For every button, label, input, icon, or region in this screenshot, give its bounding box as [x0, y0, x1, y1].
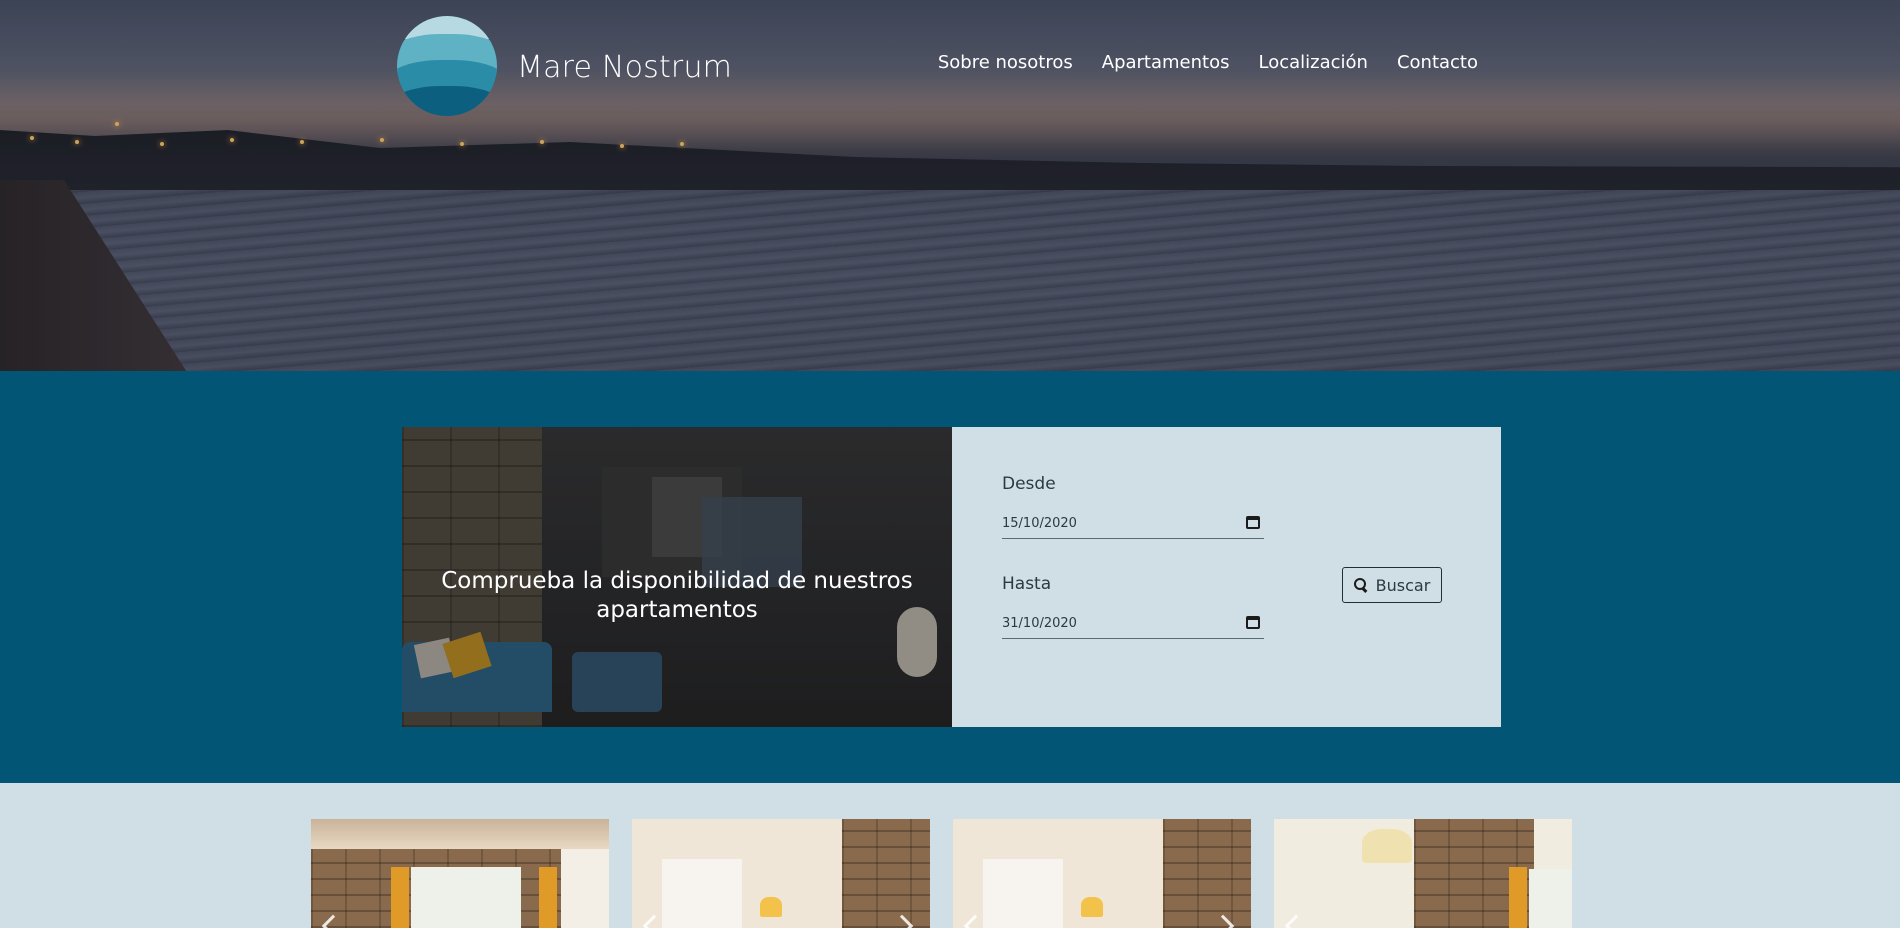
availability-headline: Comprueba la disponibilidad de nuestros …	[441, 568, 913, 623]
brand-name[interactable]: Mare Nostrum	[517, 50, 732, 85]
from-label: Desde	[1002, 474, 1056, 494]
main-nav: Sobre nosotros Apartamentos Localización…	[938, 52, 1478, 73]
hero-banner: Mare Nostrum Sobre nosotros Apartamentos…	[0, 0, 1900, 371]
to-label: Hasta	[1002, 574, 1052, 594]
nav-item-apartamentos[interactable]: Apartamentos	[1102, 52, 1230, 73]
apartments-gallery	[0, 783, 1900, 928]
logo-icon[interactable]	[397, 16, 497, 116]
from-date-input[interactable]	[1002, 509, 1232, 537]
availability-card: Comprueba la disponibilidad de nuestros …	[402, 427, 1501, 727]
to-date-field[interactable]	[1002, 609, 1264, 639]
apartment-photo-4[interactable]	[1274, 819, 1572, 928]
to-date-input[interactable]	[1002, 609, 1232, 637]
nav-item-localizacion[interactable]: Localización	[1259, 52, 1368, 73]
search-button-label: Buscar	[1375, 575, 1431, 595]
calendar-icon[interactable]	[1246, 616, 1260, 629]
apartment-photo-1[interactable]	[311, 819, 609, 928]
nav-item-sobre-nosotros[interactable]: Sobre nosotros	[938, 52, 1073, 73]
from-date-field[interactable]	[1002, 509, 1264, 539]
apartment-photo-2[interactable]	[632, 819, 930, 928]
living-room-image: Comprueba la disponibilidad de nuestros …	[402, 427, 952, 727]
apartment-photo-3[interactable]	[953, 819, 1251, 928]
lamp	[1362, 829, 1412, 863]
search-icon	[1353, 578, 1368, 592]
calendar-icon[interactable]	[1246, 516, 1260, 529]
nav-item-contacto[interactable]: Contacto	[1397, 52, 1478, 73]
search-button[interactable]: Buscar	[1342, 567, 1442, 603]
availability-form: Desde Hasta Buscar	[952, 427, 1501, 727]
